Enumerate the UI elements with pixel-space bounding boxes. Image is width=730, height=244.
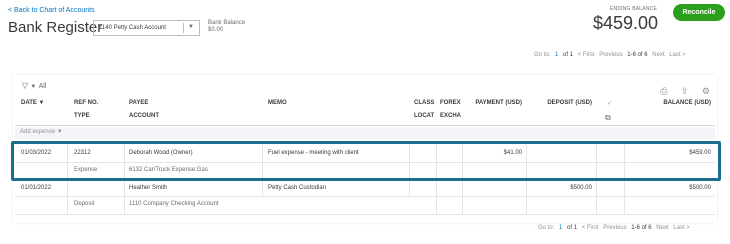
pager-next[interactable]: Next [656,225,668,231]
pager-previous[interactable]: Previous [599,52,622,58]
col-ref[interactable]: REF NO. [74,100,98,106]
pager-last[interactable]: Last > [669,52,686,58]
print-icon[interactable]: ⎙ [660,86,667,97]
back-to-chart-link[interactable]: < Back to Chart of Accounts [8,7,95,14]
pager-goto: Go to: [538,225,555,231]
account-select[interactable]: 1140 Petty Cash Account ▼ [93,20,200,36]
row-payment: $41.00 [503,150,522,156]
ending-balance-label: ENDING BALANCE [610,6,657,12]
row-payee: Deborah Wood (Owner) [129,150,193,156]
row-date: 01/03/2022 [21,150,52,156]
table-row[interactable]: 01/03/2022 22312 Deborah Wood (Owner) Fu… [15,144,715,162]
pager-first[interactable]: < First [578,52,595,58]
row-memo: Fuel expense - meeting with client [268,150,359,156]
row-divider [15,214,715,215]
pager-bottom: Go to: 1 of 1 < First Previous 1-6 of 6 … [538,225,693,231]
table-row-detail[interactable]: Deposit 1110 Company Checking Account [15,197,715,212]
row-account: 6132 Car/Truck Expense:Gas [129,167,208,173]
reconcile-button[interactable]: Reconcile [673,4,725,21]
page-title: Bank Register [8,19,103,36]
row-account: 1110 Company Checking Account [129,201,219,207]
pager-last[interactable]: Last > [673,225,690,231]
filter-caret-icon: ▼ [30,84,37,90]
table-row-detail[interactable]: Expense 6132 Car/Truck Expense:Gas [15,163,715,178]
pager-page-input[interactable]: 1 [555,52,558,58]
filter-label: All [38,83,47,90]
toolbar-icons: ⎙ ⇪ ⚙ [651,81,710,99]
row-balance: $500.00 [689,185,711,191]
filter-icon: ▽ [22,81,29,90]
row-deposit: $500.00 [570,185,592,191]
col-account: ACCOUNT [129,113,159,119]
col-balance: BALANCE (USD) [663,100,711,106]
chevron-down-icon: ▼ [188,24,194,30]
export-icon[interactable]: ⇪ [681,86,689,97]
row-balance: $459.00 [689,150,711,156]
col-deposit: DEPOSIT (USD) [547,100,592,106]
pager-next[interactable]: Next [652,52,664,58]
row-memo: Petty Cash Custodian [268,185,327,191]
reconcile-check-icon: ✓ [607,101,613,107]
bank-balance-value: $0.00 [208,27,224,33]
account-select-value: 1140 Petty Cash Account [99,25,166,31]
pager-first[interactable]: < First [582,225,599,231]
col-locat: LOCAT [414,113,435,119]
select-divider [183,23,184,33]
attachment-icon: ⧉ [605,113,611,122]
row-type: Deposit [74,201,95,207]
pager-previous[interactable]: Previous [603,225,626,231]
row-payee: Heather Smith [129,185,168,191]
pager-of: of 1 [567,225,578,231]
pager-goto: Go to: [534,52,551,58]
pager-page-input[interactable]: 1 [559,225,562,231]
add-expense-dropdown[interactable]: Add expense ▼ [15,127,715,139]
row-type: Expense [74,167,98,173]
col-payee: PAYEE [129,100,149,106]
col-excha: EXCHA [440,113,462,119]
ending-balance-value: $459.00 [593,13,659,33]
col-type: TYPE [74,113,90,119]
pager-range: 1-6 of 6 [631,225,652,231]
gear-icon[interactable]: ⚙ [702,86,710,97]
bank-balance-label: Bank Balance [208,20,246,26]
row-date: 01/01/2022 [21,185,52,191]
col-class: CLASS [414,100,435,106]
col-forex: FOREX [440,100,461,106]
header-divider [15,125,715,126]
pager-range: 1-6 of 6 [627,52,648,58]
pager-of: of 1 [563,52,574,58]
col-payment: PAYMENT (USD) [475,100,522,106]
col-date[interactable]: DATE ▼ [21,100,45,106]
pager-top: Go to: 1 of 1 < First Previous 1-6 of 6 … [534,52,689,58]
col-memo: MEMO [268,100,287,106]
filter-button[interactable]: ▽ ▼ All [22,81,46,90]
row-ref: 22312 [74,150,91,156]
